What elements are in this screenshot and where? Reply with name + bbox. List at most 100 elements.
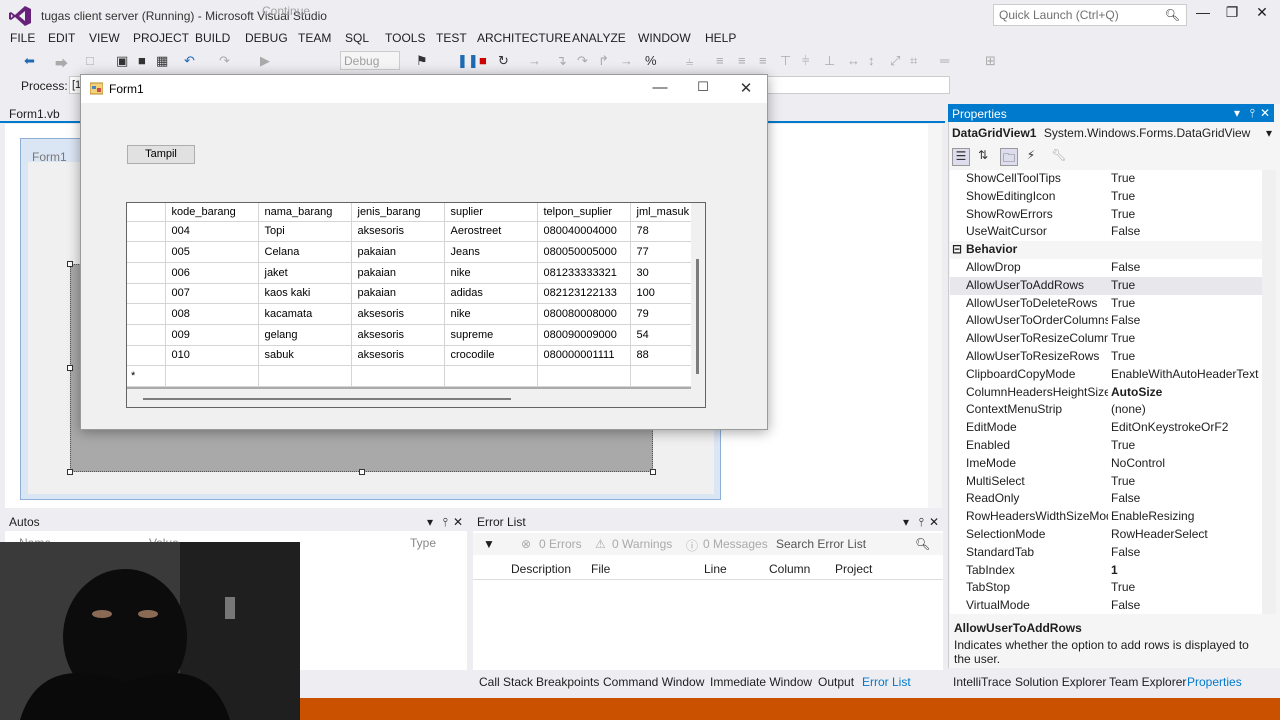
- property-value[interactable]: False: [1111, 313, 1140, 327]
- menu-file[interactable]: FILE: [10, 31, 35, 45]
- alphabetical-icon[interactable]: ⇅: [974, 148, 992, 166]
- property-value[interactable]: True: [1111, 278, 1135, 292]
- menu-analyze[interactable]: ANALYZE: [572, 31, 626, 45]
- properties-icon[interactable]: 🗀︎: [1000, 148, 1018, 166]
- grid-cell[interactable]: 007: [165, 283, 259, 305]
- property-row[interactable]: UseWaitCursor False: [950, 223, 1262, 241]
- column-header[interactable]: jenis_barang: [351, 203, 445, 222]
- menu-sql[interactable]: SQL: [345, 31, 369, 45]
- grid-vertical-scrollbar[interactable]: [691, 203, 705, 407]
- hex-display-icon[interactable]: →: [620, 53, 633, 68]
- grid-cell[interactable]: 77: [630, 241, 697, 263]
- form1-maximize-button[interactable]: ☐: [688, 79, 718, 99]
- resize-handle[interactable]: [67, 261, 73, 267]
- property-category[interactable]: ⊟ Behavior: [950, 241, 1262, 259]
- column-header[interactable]: Type: [410, 536, 436, 550]
- categorized-icon[interactable]: ☰: [952, 148, 970, 166]
- redo-icon[interactable]: ↷: [219, 53, 230, 69]
- property-row[interactable]: AllowUserToOrderColumns False: [950, 312, 1262, 330]
- grid-cell[interactable]: kacamata: [258, 303, 352, 325]
- tab-error-list[interactable]: Error List: [862, 675, 911, 689]
- property-row[interactable]: ClipboardCopyMode EnableWithAutoHeaderTex…: [950, 366, 1262, 384]
- column-header[interactable]: nama_barang: [258, 203, 352, 222]
- new-row[interactable]: *: [127, 365, 697, 387]
- property-row[interactable]: EditMode EditOnKeystrokeOrF2: [950, 419, 1262, 437]
- row-header[interactable]: [127, 324, 166, 346]
- column-header[interactable]: Column: [769, 562, 810, 576]
- menu-debug[interactable]: DEBUG: [245, 31, 288, 45]
- grid-cell[interactable]: 080000001111: [537, 345, 631, 367]
- tab-form1-vb[interactable]: Form1.vb: [9, 107, 60, 121]
- property-row[interactable]: Enabled True: [950, 437, 1262, 455]
- property-value[interactable]: True: [1111, 171, 1135, 185]
- error-search-input[interactable]: Search Error List: [776, 537, 866, 551]
- property-row[interactable]: TabIndex 1: [950, 562, 1262, 580]
- tab-team-explorer[interactable]: Team Explorer: [1109, 675, 1186, 689]
- grid-cell[interactable]: pakaian: [351, 283, 445, 305]
- property-value[interactable]: NoControl: [1111, 456, 1165, 470]
- table-row[interactable]: 009 gelang aksesoris supreme 08009000900…: [127, 324, 697, 346]
- row-header[interactable]: [127, 241, 166, 263]
- minimize-button[interactable]: —: [1190, 4, 1216, 26]
- property-value[interactable]: True: [1111, 438, 1135, 452]
- tab-intellitrace[interactable]: IntelliTrace: [953, 675, 1011, 689]
- grid-cell[interactable]: kaos kaki: [258, 283, 352, 305]
- tab-solution-explorer[interactable]: Solution Explorer: [1015, 675, 1106, 689]
- errors-toggle[interactable]: 0 Errors: [539, 537, 582, 551]
- property-row[interactable]: ReadOnly False: [950, 490, 1262, 508]
- property-row[interactable]: AllowUserToResizeRows True: [950, 348, 1262, 366]
- table-row[interactable]: 007 kaos kaki pakaian adidas 08212312213…: [127, 283, 697, 305]
- property-value[interactable]: EditOnKeystrokeOrF2: [1111, 420, 1228, 434]
- property-value[interactable]: False: [1111, 260, 1140, 274]
- dropdown-icon[interactable]: ▾: [903, 515, 909, 529]
- grid-horizontal-scrollbar[interactable]: [127, 389, 705, 407]
- events-icon[interactable]: ⚡︎: [1022, 148, 1040, 166]
- property-value[interactable]: EnableWithAutoHeaderText: [1111, 367, 1258, 381]
- grid-cell[interactable]: Jeans: [444, 241, 538, 263]
- continue-button[interactable]: Continue: [262, 4, 310, 18]
- grid-cell[interactable]: 006: [165, 262, 259, 284]
- property-value[interactable]: True: [1111, 296, 1135, 310]
- property-value[interactable]: True: [1111, 474, 1135, 488]
- grid-cell[interactable]: 004: [165, 221, 259, 243]
- filter-icon[interactable]: ▼: [483, 537, 495, 551]
- align-tops-icon[interactable]: ⊤: [780, 53, 791, 69]
- same-width-icon[interactable]: ↔: [847, 53, 860, 68]
- table-row[interactable]: 008 kacamata aksesoris nike 080080008000…: [127, 303, 697, 325]
- pin-icon[interactable]: ⫯: [1250, 106, 1255, 121]
- grid-cell[interactable]: aksesoris: [351, 324, 445, 346]
- grid-cell[interactable]: pakaian: [351, 241, 445, 263]
- grid-cell[interactable]: [351, 365, 445, 387]
- form1-window[interactable]: Form1 — ☐ ✕ Tampil kode_barang nama_bara…: [80, 74, 768, 430]
- restart-icon[interactable]: ↻: [498, 53, 509, 69]
- column-header[interactable]: kode_barang: [165, 203, 259, 222]
- row-header[interactable]: [127, 262, 166, 284]
- close-icon[interactable]: ✕: [1260, 106, 1270, 120]
- grid-cell[interactable]: Aerostreet: [444, 221, 538, 243]
- stop-icon[interactable]: ■: [479, 53, 487, 68]
- undo-icon[interactable]: ↶: [184, 53, 195, 69]
- row-header[interactable]: [127, 283, 166, 305]
- property-row[interactable]: AllowDrop False: [950, 259, 1262, 277]
- property-row[interactable]: StandardTab False: [950, 544, 1262, 562]
- grid-cell[interactable]: 080040004000: [537, 221, 631, 243]
- pin-icon[interactable]: ⫯: [443, 515, 448, 530]
- resize-handle[interactable]: [359, 469, 365, 475]
- grid-cell[interactable]: 78: [630, 221, 697, 243]
- property-value[interactable]: AutoSize: [1111, 385, 1162, 399]
- property-row[interactable]: ContextMenuStrip (none): [950, 401, 1262, 419]
- menu-help[interactable]: HELP: [705, 31, 736, 45]
- table-row[interactable]: 005 Celana pakaian Jeans 080050005000 77: [127, 241, 697, 263]
- grid-cell[interactable]: nike: [444, 262, 538, 284]
- align-icon[interactable]: ⫨: [686, 53, 693, 69]
- tampil-button[interactable]: Tampil: [127, 145, 195, 164]
- continue-icon[interactable]: ▶: [260, 53, 270, 69]
- table-row[interactable]: 006 jaket pakaian nike 081233333321 30: [127, 262, 697, 284]
- grid-cell[interactable]: Celana: [258, 241, 352, 263]
- step-out-icon[interactable]: ↱: [598, 53, 609, 69]
- search-icon[interactable]: 🔍︎: [915, 537, 930, 551]
- property-value[interactable]: True: [1111, 580, 1135, 594]
- stack-frame-dropdown[interactable]: [766, 76, 950, 94]
- property-value[interactable]: False: [1111, 491, 1140, 505]
- dropdown-icon[interactable]: ▾: [1234, 106, 1240, 120]
